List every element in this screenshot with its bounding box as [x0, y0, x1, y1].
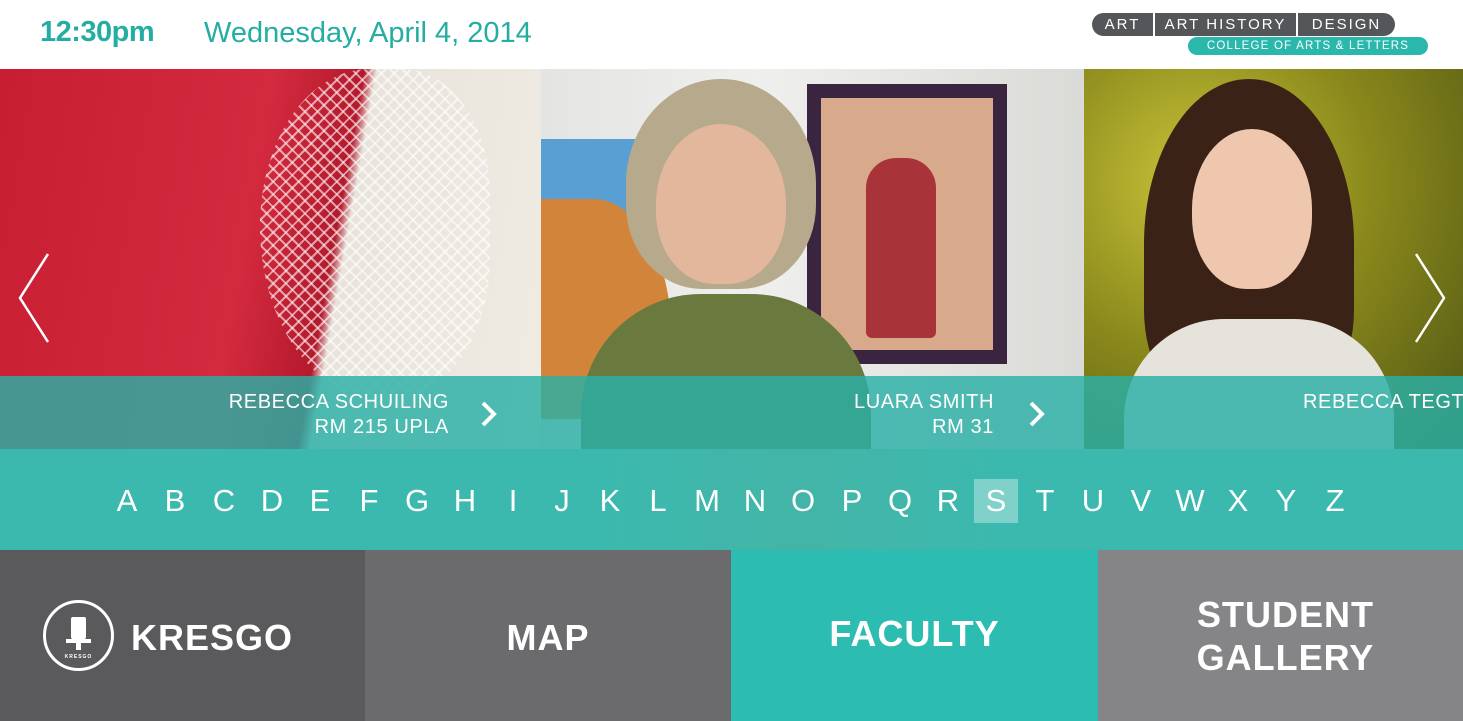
faculty-caption-2[interactable]: LUARA SMITH RM 31 [541, 376, 1084, 449]
background-painting [807, 84, 1007, 364]
dept-art-history: ART HISTORY [1153, 13, 1296, 36]
kresgo-label: KRESGO [131, 617, 294, 658]
header: 12:30pm Wednesday, April 4, 2014 ART ART… [0, 0, 1463, 69]
student-gallery-tile[interactable]: STUDENT GALLERY [1098, 550, 1463, 721]
letter-z[interactable]: Z [1313, 479, 1357, 523]
letter-y[interactable]: Y [1264, 479, 1308, 523]
letter-c[interactable]: C [202, 479, 246, 523]
department-logo: ART ART HISTORY DESIGN [1092, 13, 1395, 36]
current-time: 12:30pm [40, 16, 155, 48]
current-date: Wednesday, April 4, 2014 [204, 17, 532, 49]
letter-s[interactable]: S [974, 479, 1018, 523]
letter-a[interactable]: A [105, 479, 149, 523]
kresgo-tile[interactable]: KRESGO KRESGO [0, 550, 365, 721]
letter-j[interactable]: J [540, 479, 584, 523]
kresgo-icon-label: KRESGO [65, 654, 93, 660]
letter-x[interactable]: X [1216, 479, 1260, 523]
letter-r[interactable]: R [926, 479, 970, 523]
college-name: COLLEGE OF ARTS & LETTERS [1188, 37, 1428, 55]
faculty-name: REBECCA SCHUILING [228, 391, 449, 413]
letter-e[interactable]: E [298, 479, 342, 523]
letter-t[interactable]: T [1023, 479, 1067, 523]
faculty-caption-3[interactable]: REBECCA TEGT [1084, 376, 1463, 449]
faculty-tile[interactable]: FACULTY [731, 550, 1098, 721]
letter-f[interactable]: F [347, 479, 391, 523]
dept-design: DESIGN [1296, 13, 1395, 36]
chevron-right-icon[interactable] [1414, 252, 1446, 344]
map-label: MAP [506, 617, 590, 658]
student-gallery-label: STUDENT GALLERY [1196, 594, 1375, 678]
letter-l[interactable]: L [636, 479, 680, 523]
faculty-room: RM 215 UPLA [314, 416, 449, 438]
chevron-right-icon[interactable] [1028, 400, 1046, 428]
letter-v[interactable]: V [1119, 479, 1163, 523]
letter-i[interactable]: I [491, 479, 535, 523]
faculty-label: FACULTY [829, 613, 1000, 654]
letter-h[interactable]: H [443, 479, 487, 523]
letter-p[interactable]: P [830, 479, 874, 523]
letter-w[interactable]: W [1168, 479, 1212, 523]
faculty-name: LUARA SMITH [854, 391, 994, 413]
chevron-left-icon[interactable] [18, 252, 50, 344]
letter-o[interactable]: O [781, 479, 825, 523]
dept-art: ART [1104, 16, 1141, 33]
letter-u[interactable]: U [1071, 479, 1115, 523]
letter-d[interactable]: D [250, 479, 294, 523]
alphabet-filter: ABCDEFGHIJKLMNOPQRSTUVWXYZ [0, 449, 1463, 550]
faculty-caption-1[interactable]: REBECCA SCHUILING RM 215 UPLA [0, 376, 541, 449]
letter-b[interactable]: B [153, 479, 197, 523]
faculty-room: RM 31 [932, 416, 994, 438]
letter-k[interactable]: K [588, 479, 632, 523]
letter-n[interactable]: N [733, 479, 777, 523]
map-tile[interactable]: MAP [365, 550, 731, 721]
faculty-name: REBECCA TEGT [1303, 391, 1463, 413]
letter-g[interactable]: G [395, 479, 439, 523]
letter-m[interactable]: M [685, 479, 729, 523]
letter-q[interactable]: Q [878, 479, 922, 523]
textile-artwork-photo [260, 69, 490, 399]
kresgo-logo-icon: KRESGO [43, 600, 114, 671]
chevron-right-icon[interactable] [480, 400, 498, 428]
